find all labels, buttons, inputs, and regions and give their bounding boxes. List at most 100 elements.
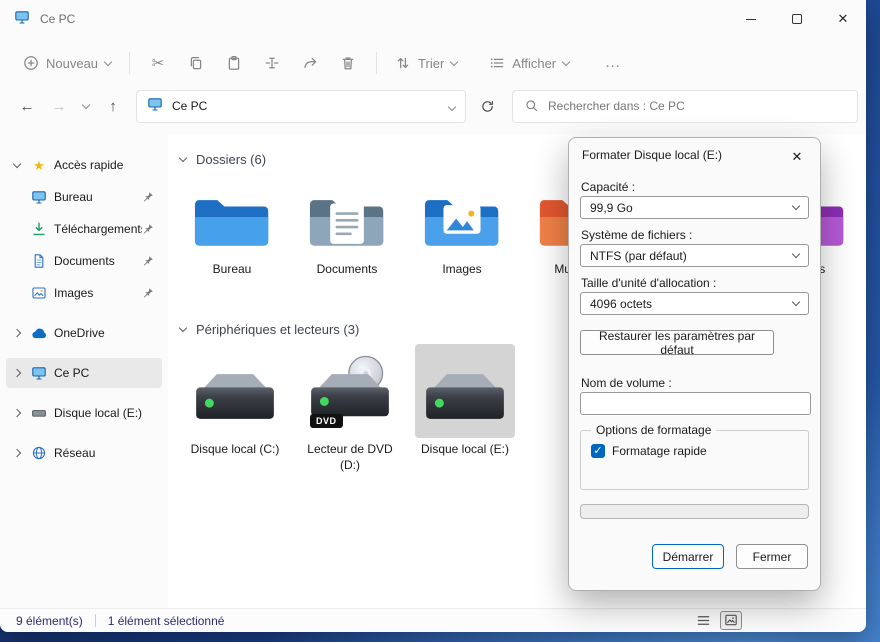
chevron-down-icon (103, 57, 113, 66)
this-pc-icon (147, 96, 163, 117)
close-icon: ✕ (837, 11, 849, 26)
close-button[interactable]: ✕ (820, 0, 866, 38)
folder-icon (297, 184, 397, 254)
trash-icon (340, 55, 356, 71)
breadcrumb-segment[interactable]: Ce PC (172, 99, 207, 113)
toolbar-divider (376, 52, 378, 74)
thumbnails-view-icon (724, 613, 739, 628)
desktop-icon (28, 189, 50, 205)
refresh-icon (480, 99, 495, 114)
chevron-down-icon (12, 159, 22, 168)
cut-icon: ✂ (151, 53, 165, 72)
chevron-down-icon (178, 323, 188, 332)
sidebar-item-onedrive[interactable]: OneDrive (6, 318, 162, 348)
this-pc-icon (14, 9, 30, 30)
large-icons-view-button[interactable] (720, 611, 742, 630)
restore-defaults-button[interactable]: Restaurer les paramètres par défaut (580, 329, 774, 357)
plus-circle-icon (23, 55, 39, 71)
forward-icon: → (51, 97, 67, 115)
pin-icon (142, 223, 154, 235)
allocation-unit-value: 4096 octets (590, 296, 653, 311)
devices-group-label: Périphériques et lecteurs (3) (196, 321, 360, 337)
start-button[interactable]: Démarrer (652, 544, 724, 569)
format-options-legend: Options de formatage (591, 423, 717, 437)
refresh-button[interactable] (472, 91, 502, 121)
selection-count: 1 élément sélectionné (107, 613, 225, 628)
search-input[interactable] (548, 99, 845, 113)
search-icon (525, 99, 539, 113)
sidebar-item-telechargements[interactable]: Téléchargements (6, 214, 162, 244)
maximize-icon (792, 14, 802, 24)
forward-button[interactable]: → (44, 91, 74, 121)
allocation-unit-select[interactable]: 4096 octets (580, 292, 809, 315)
sidebar-item-reseau[interactable]: Réseau (6, 438, 162, 468)
check-icon: ✓ (593, 444, 603, 457)
drive-tile-c[interactable]: Disque local (C:) (185, 344, 285, 458)
sort-button[interactable]: Trier (386, 49, 466, 77)
details-view-button[interactable] (692, 611, 714, 630)
format-dialog: Formater Disque local (E:) ✕ Capacité : … (568, 137, 821, 591)
back-icon: ← (19, 97, 35, 115)
close-icon: ✕ (791, 149, 803, 164)
back-button[interactable]: ← (12, 91, 42, 121)
format-progress-bar (580, 504, 809, 519)
capacity-select[interactable]: 99,9 Go (580, 196, 809, 219)
history-dropdown-button[interactable] (76, 91, 96, 121)
status-bar: 9 élément(s) 1 élément sélectionné (0, 608, 866, 632)
window-title: Ce PC (40, 12, 76, 26)
view-button[interactable]: Afficher (480, 49, 578, 77)
chevron-right-icon (12, 328, 22, 338)
pin-icon (142, 287, 154, 299)
file-system-select[interactable]: NTFS (par défaut) (580, 244, 809, 267)
breadcrumb[interactable]: Ce PC (136, 89, 466, 123)
status-divider (94, 614, 96, 627)
volume-name-input[interactable] (580, 392, 811, 415)
maximize-button[interactable] (774, 0, 820, 38)
navigation-pane: ★ Accès rapide Bureau Téléchargements Do… (0, 134, 168, 608)
details-view-icon (696, 613, 711, 628)
toolbar-divider (129, 52, 131, 74)
folder-tile-documents[interactable]: Documents (297, 184, 397, 276)
chevron-right-icon (12, 448, 22, 458)
this-pc-icon (28, 365, 50, 381)
sidebar-item-bureau[interactable]: Bureau (6, 182, 162, 212)
minimize-button[interactable] (728, 0, 774, 38)
drive-label: Disque local (C:) (190, 442, 280, 456)
delete-button[interactable] (329, 48, 367, 78)
up-button[interactable]: ↑ (98, 91, 128, 121)
sidebar-item-quick-access[interactable]: ★ Accès rapide (6, 150, 162, 180)
address-dropdown-button[interactable] (447, 97, 457, 115)
sidebar-item-images[interactable]: Images (6, 278, 162, 308)
sidebar-item-label: OneDrive (54, 326, 105, 340)
folder-label: Documents (316, 262, 378, 276)
minimize-icon (746, 18, 756, 20)
share-button[interactable] (291, 48, 329, 78)
drive-tile-dvd[interactable]: DVD Lecteur de DVD (D:) (300, 344, 400, 473)
sidebar-item-disque-local-e[interactable]: Disque local (E:) (6, 398, 162, 428)
cut-button[interactable]: ✂ (139, 49, 177, 78)
titlebar[interactable]: Ce PC ✕ (0, 0, 866, 38)
sidebar-item-label: Bureau (54, 190, 93, 204)
up-icon: ↑ (109, 97, 117, 115)
hard-drive-icon (185, 344, 285, 438)
new-button[interactable]: Nouveau (14, 49, 120, 77)
dialog-close-button[interactable]: ✕ (784, 146, 810, 168)
rename-button[interactable] (253, 48, 291, 78)
quick-format-checkbox[interactable]: ✓ (591, 444, 605, 458)
sidebar-item-ce-pc[interactable]: Ce PC (6, 358, 162, 388)
drive-tile-e-selected[interactable]: Disque local (E:) (415, 344, 515, 458)
more-button[interactable]: … (594, 48, 632, 78)
downloads-icon (28, 221, 50, 237)
view-button-label: Afficher (512, 55, 557, 71)
capacity-value: 99,9 Go (590, 200, 633, 215)
dialog-title: Formater Disque local (E:) (582, 148, 723, 162)
dialog-close-action-button[interactable]: Fermer (736, 544, 808, 569)
address-row: ← → ↑ Ce PC (0, 88, 866, 134)
search-box[interactable] (512, 89, 858, 123)
folder-tile-bureau[interactable]: Bureau (182, 184, 282, 276)
folder-tile-images[interactable]: Images (412, 184, 512, 276)
sidebar-item-label: Disque local (E:) (54, 406, 143, 420)
paste-button[interactable] (215, 48, 253, 78)
sidebar-item-documents[interactable]: Documents (6, 246, 162, 276)
copy-button[interactable] (177, 48, 215, 78)
